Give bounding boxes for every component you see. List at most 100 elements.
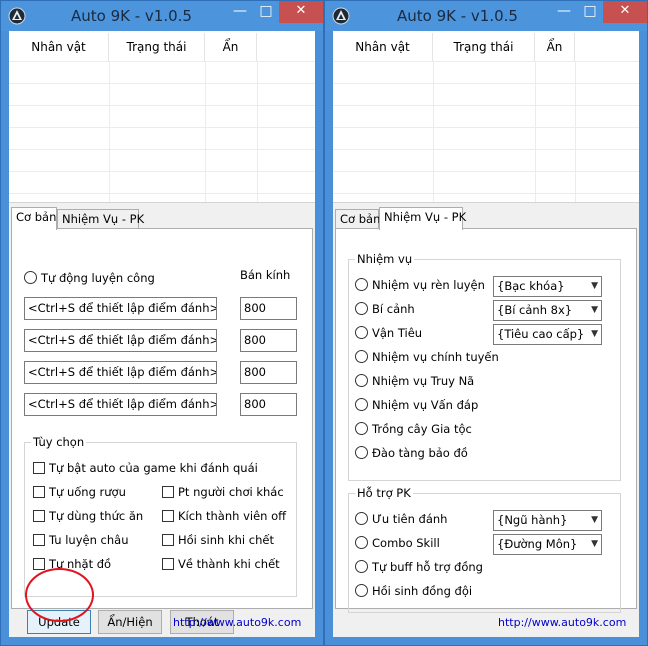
wanted-quest-radio[interactable]: Nhiệm vụ Truy Nã	[355, 374, 474, 388]
grid-line	[109, 61, 110, 202]
auto-train-radio[interactable]: Tự động luyện công	[24, 271, 155, 285]
kick-off-checkbox[interactable]: Kích thành viên off	[162, 509, 286, 523]
character-list[interactable]: Nhân vật Trạng thái Ẩn	[9, 31, 315, 203]
title-bar[interactable]: Auto 9K - v1.0.5 — □ ✕	[325, 1, 647, 31]
chevron-down-icon: ▼	[591, 539, 598, 549]
game-auto-label: Tự bật auto của game khi đánh quái	[49, 461, 258, 475]
maximize-button[interactable]: □	[253, 1, 279, 23]
grid-line	[433, 61, 434, 202]
clan-tree-label: Trồng cây Gia tộc	[372, 422, 472, 436]
attack-point-field-1[interactable]: <Ctrl+S để thiết lập điểm đánh>	[24, 297, 217, 320]
main-window-quest-tab: Auto 9K - v1.0.5 — □ ✕ Nhân vật Trạng th…	[324, 0, 648, 646]
return-city-label: Về thành khi chết	[178, 557, 280, 571]
train-pearl-checkbox[interactable]: Tu luyện châu	[33, 533, 128, 547]
treasure-map-label: Đào tàng bảo đồ	[372, 446, 468, 460]
pt-others-label: Pt người chơi khác	[178, 485, 284, 499]
escort-select[interactable]: {Tiêu cao cấp} ▼	[493, 324, 602, 345]
combo-skill-radio[interactable]: Combo Skill	[355, 536, 440, 550]
combo-skill-label: Combo Skill	[372, 536, 440, 550]
radio-circle	[355, 398, 368, 411]
grid-line	[9, 193, 315, 194]
quest-training-select[interactable]: {Bạc khóa} ▼	[493, 276, 602, 297]
tab-basic[interactable]: Cơ bản	[11, 207, 57, 230]
app-logo-icon	[332, 7, 350, 25]
kick-off-label: Kích thành viên off	[178, 509, 287, 523]
secret-realm-select[interactable]: {Bí cảnh 8x} ▼	[493, 300, 602, 321]
main-quest-label: Nhiệm vụ chính tuyến	[372, 350, 499, 364]
revive-team-label: Hồi sinh đồng đội	[372, 584, 473, 598]
maximize-button[interactable]: □	[577, 1, 603, 23]
drink-wine-checkbox[interactable]: Tự uống rượu	[33, 485, 126, 499]
priority-attack-radio[interactable]: Ưu tiên đánh	[355, 512, 447, 526]
radio-circle	[355, 326, 368, 339]
escort-radio[interactable]: Vận Tiêu	[355, 326, 422, 340]
tab-basic[interactable]: Cơ bản	[335, 209, 380, 229]
checkbox-square	[33, 486, 45, 498]
show-hide-button[interactable]: Ẩn/Hiện	[98, 610, 162, 634]
radio-circle	[355, 374, 368, 387]
attack-point-field-2[interactable]: <Ctrl+S để thiết lập điểm đánh>	[24, 329, 217, 352]
radius-field-4[interactable]: 800	[240, 393, 297, 416]
tab-page-quest-pk: Nhiệm vụ Nhiệm vụ rèn luyện {Bạc khóa} ▼ …	[335, 228, 637, 613]
grid-line	[9, 127, 315, 128]
return-city-checkbox[interactable]: Về thành khi chết	[162, 557, 280, 571]
radius-field-2[interactable]: 800	[240, 329, 297, 352]
grid-line	[333, 149, 639, 150]
tab-quest-pk[interactable]: Nhiệm Vụ - PK	[379, 207, 466, 230]
title-bar[interactable]: Auto 9K - v1.0.5 — □ ✕	[1, 1, 323, 31]
close-button[interactable]: ✕	[603, 1, 647, 23]
checkbox-square	[33, 558, 45, 570]
minimize-button[interactable]: —	[551, 1, 577, 23]
revive-death-checkbox[interactable]: Hồi sinh khi chết	[162, 533, 274, 547]
app-logo-icon	[8, 7, 26, 25]
window-title: Auto 9K - v1.0.5	[397, 7, 518, 25]
attack-point-field-4[interactable]: <Ctrl+S để thiết lập điểm đánh>	[24, 393, 217, 416]
column-header-hidden[interactable]: Ẩn	[535, 33, 575, 61]
escort-label: Vận Tiêu	[372, 326, 423, 340]
wanted-quest-label: Nhiệm vụ Truy Nã	[372, 374, 475, 388]
close-button[interactable]: ✕	[279, 1, 323, 23]
column-header-status[interactable]: Trạng thái	[109, 33, 205, 61]
website-link[interactable]: http://www.auto9k.com	[173, 616, 301, 629]
checkbox-square	[33, 510, 45, 522]
chevron-down-icon: ▼	[591, 281, 598, 291]
revive-team-radio[interactable]: Hồi sinh đồng đội	[355, 584, 472, 598]
secret-realm-value: {Bí cảnh 8x}	[497, 303, 573, 317]
quest-training-value: {Bạc khóa}	[497, 279, 565, 293]
radio-circle	[355, 446, 368, 459]
auto-train-label: Tự động luyện công	[41, 271, 155, 285]
radio-circle	[355, 512, 368, 525]
radius-field-1[interactable]: 800	[240, 297, 297, 320]
attack-point-field-3[interactable]: <Ctrl+S để thiết lập điểm đánh>	[24, 361, 217, 384]
radio-circle	[355, 302, 368, 315]
website-link[interactable]: http://www.auto9k.com	[498, 616, 626, 629]
combo-skill-select[interactable]: {Đường Môn} ▼	[493, 534, 602, 555]
treasure-map-radio[interactable]: Đào tàng bảo đồ	[355, 446, 468, 460]
quest-training-radio[interactable]: Nhiệm vụ rèn luyện	[355, 278, 485, 292]
clan-tree-radio[interactable]: Trồng cây Gia tộc	[355, 422, 472, 436]
buff-team-radio[interactable]: Tự buff hỗ trợ đồng	[355, 560, 483, 574]
column-header-status[interactable]: Trạng thái	[433, 33, 535, 61]
radius-field-3[interactable]: 800	[240, 361, 297, 384]
main-quest-radio[interactable]: Nhiệm vụ chính tuyến	[355, 350, 499, 364]
column-header-character[interactable]: Nhân vật	[333, 33, 433, 61]
game-auto-checkbox[interactable]: Tự bật auto của game khi đánh quái	[33, 461, 258, 475]
grid-line	[9, 171, 315, 172]
tab-quest-pk[interactable]: Nhiệm Vụ - PK	[57, 209, 144, 229]
character-list[interactable]: Nhân vật Trạng thái Ẩn	[333, 31, 639, 203]
checkbox-square	[162, 486, 174, 498]
pt-others-checkbox[interactable]: Pt người chơi khác	[162, 485, 284, 499]
checkbox-square	[162, 534, 174, 546]
eat-food-label: Tự dùng thức ăn	[49, 509, 144, 523]
quiz-quest-radio[interactable]: Nhiệm vụ Vấn đáp	[355, 398, 478, 412]
quest-group-label: Nhiệm vụ	[355, 252, 415, 266]
column-header-character[interactable]: Nhân vật	[9, 33, 109, 61]
eat-food-checkbox[interactable]: Tự dùng thức ăn	[33, 509, 143, 523]
column-header-hidden[interactable]: Ẩn	[205, 33, 257, 61]
grid-line	[9, 149, 315, 150]
options-group-label: Tùy chọn	[31, 435, 87, 449]
minimize-button[interactable]: —	[227, 1, 253, 23]
secret-realm-radio[interactable]: Bí cảnh	[355, 302, 415, 316]
grid-line	[333, 61, 639, 62]
priority-attack-select[interactable]: {Ngũ hành} ▼	[493, 510, 602, 531]
